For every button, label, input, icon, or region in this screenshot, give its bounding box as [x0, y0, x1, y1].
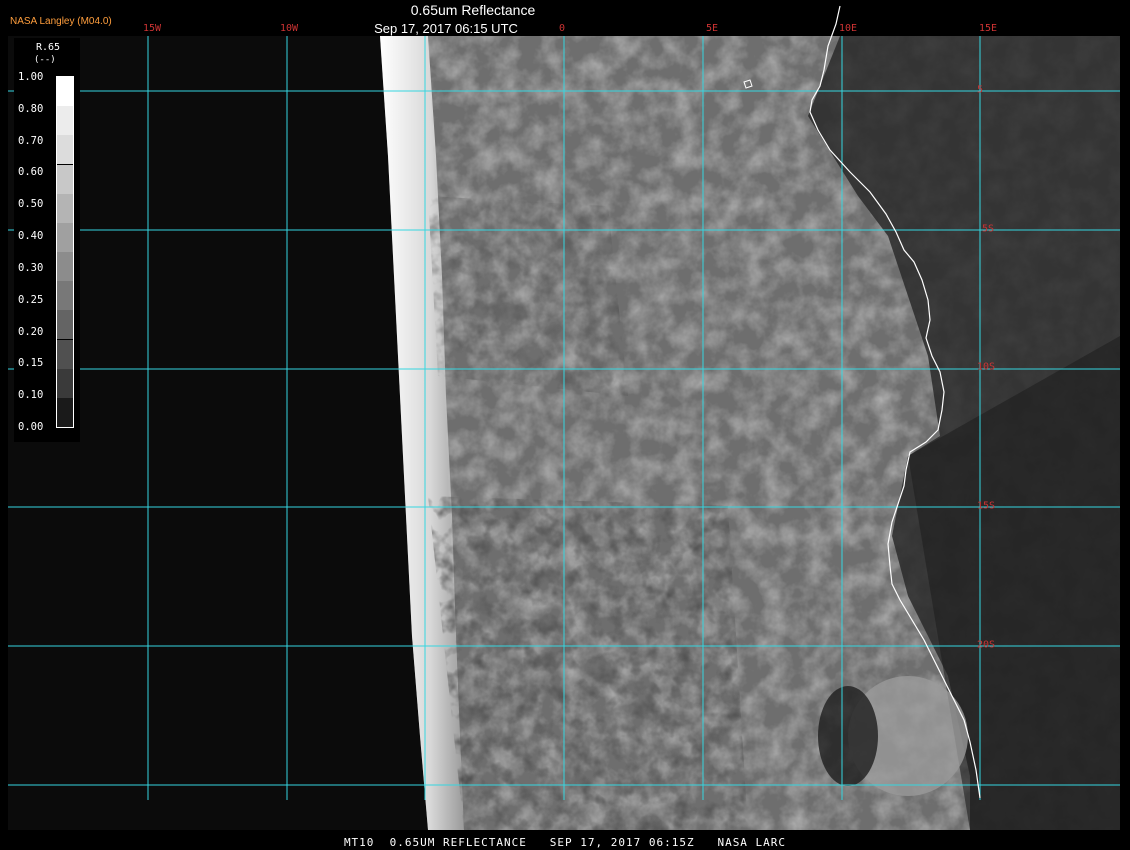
lat-label: 20S — [976, 639, 996, 651]
legend-swatch — [57, 252, 73, 282]
legend-tick-label: 0.25 — [18, 293, 44, 306]
legend-swatch — [57, 164, 73, 194]
lon-label: 0 — [558, 23, 566, 34]
image-caption: MT10 0.65UM REFLECTANCE SEP 17, 2017 06:… — [343, 836, 787, 849]
satellite-map-viewer[interactable]: NASA Langley (M04.0) 0.65um Reflectance … — [0, 0, 1130, 850]
map-title: 0.65um Reflectance — [410, 2, 536, 18]
legend-colorbar — [56, 76, 74, 428]
legend-tick-label: 0.20 — [18, 325, 44, 338]
lon-label: 15E — [978, 23, 998, 34]
legend-swatch — [57, 368, 73, 398]
legend-tick-label: 0.50 — [18, 198, 44, 211]
legend-tick-label: 0.80 — [18, 102, 44, 115]
lat-lon-grid — [8, 36, 1120, 800]
legend-swatch — [57, 77, 73, 107]
legend-swatch — [57, 339, 73, 369]
map-overlay — [8, 5, 1120, 800]
legend-swatch — [57, 106, 73, 136]
legend-swatch — [57, 281, 73, 311]
legend-title: R.65 — [36, 42, 61, 53]
legend-tick-label: 0.10 — [18, 389, 44, 402]
lat-label: 10S — [976, 361, 996, 373]
legend-swatch — [57, 193, 73, 223]
legend-tick-label: 1.00 — [18, 71, 44, 83]
map-datetime: Sep 17, 2017 06:15 UTC — [374, 21, 518, 36]
lat-label: 5 — [976, 84, 984, 96]
lon-label: 10E — [838, 23, 858, 34]
legend-tick-label: 0.40 — [18, 230, 44, 243]
legend-swatch — [57, 397, 73, 427]
legend-tick-label: 0.30 — [18, 261, 44, 274]
legend-unit: (--) — [34, 55, 56, 65]
lat-label: 5S — [981, 223, 995, 235]
lon-label: 5E — [705, 23, 719, 34]
lat-label: 15S — [976, 500, 996, 512]
lon-label: 10W — [279, 23, 299, 34]
island-outline — [743, 79, 753, 89]
legend-tick-label: 0.70 — [18, 134, 44, 147]
legend-swatch — [57, 310, 73, 340]
color-legend: R.65 (--) 1.00 0.80 0.70 0.60 0.50 0.40 0.30 0.… — [14, 38, 80, 442]
legend-swatch — [57, 222, 73, 252]
legend-tick-label: 0.60 — [18, 166, 44, 179]
legend-tick-label: 0.00 — [18, 421, 44, 433]
legend-tick-label: 0.15 — [18, 357, 44, 370]
legend-swatch — [57, 135, 73, 165]
coastline — [809, 5, 981, 799]
lon-label: 15W — [142, 23, 162, 34]
